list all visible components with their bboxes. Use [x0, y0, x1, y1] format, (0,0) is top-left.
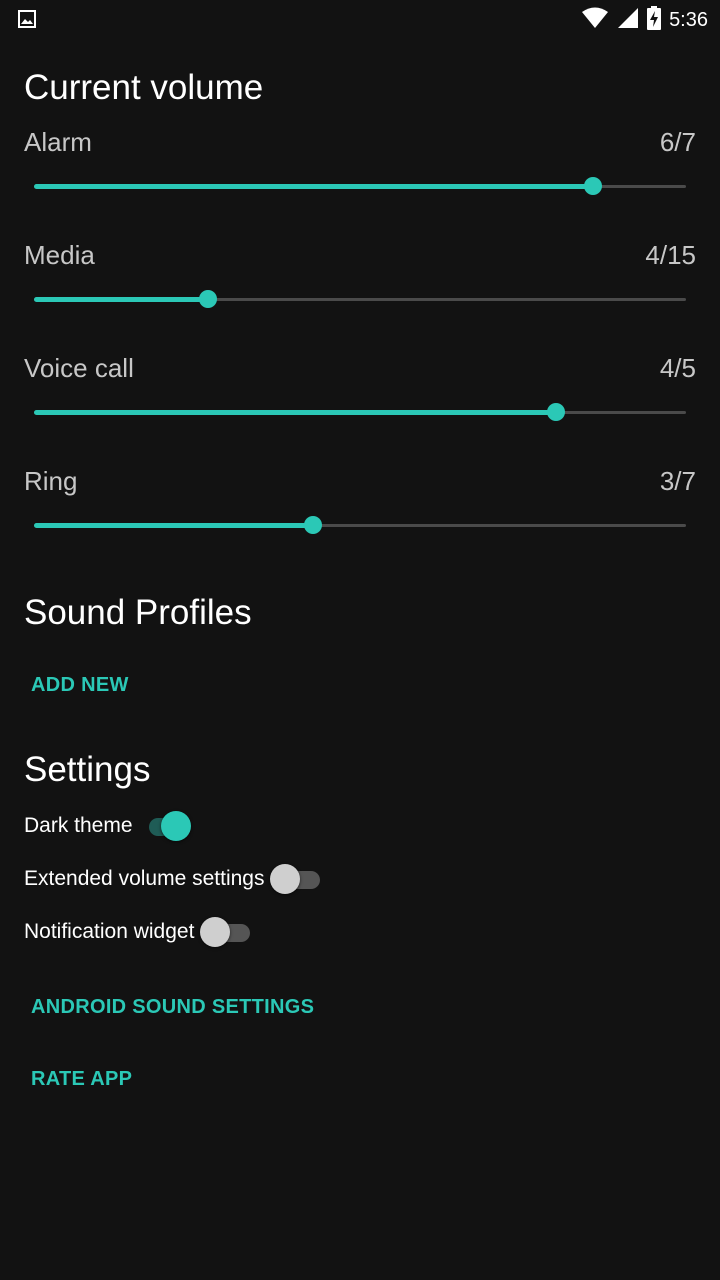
switch-thumb [160, 811, 191, 841]
volume-row-media: Media 4/15 [24, 240, 696, 340]
volume-value: 3/7 [659, 466, 696, 496]
slider-fill [34, 410, 556, 415]
slider-fill [34, 297, 208, 302]
slider-thumb[interactable] [198, 290, 217, 308]
notification-widget-toggle[interactable] [200, 914, 252, 950]
volume-value: 4/15 [645, 240, 696, 270]
slider-thumb[interactable] [546, 403, 565, 421]
setting-label: Notification widget [24, 920, 195, 943]
voice-call-volume-slider[interactable] [34, 402, 686, 424]
status-time: 5:36 [669, 8, 708, 31]
slider-thumb[interactable] [304, 516, 323, 534]
android-sound-settings-button[interactable]: ANDROID SOUND SETTINGS [31, 996, 314, 1019]
settings-title: Settings [24, 750, 151, 789]
setting-notification-widget: Notification widget [24, 914, 252, 950]
status-bar: 5:36 [0, 0, 720, 48]
volume-row-ring: Ring 3/7 [24, 466, 696, 566]
volume-value: 6/7 [659, 127, 696, 157]
setting-label: Dark theme [24, 814, 133, 837]
volume-value: 4/5 [659, 353, 696, 383]
volume-row-alarm: Alarm 6/7 [24, 127, 696, 227]
alarm-volume-slider[interactable] [34, 176, 686, 198]
battery-charging-icon [647, 5, 662, 35]
wifi-icon [581, 7, 609, 34]
extended-volume-toggle[interactable] [270, 861, 322, 897]
current-volume-title: Current volume [24, 68, 264, 107]
add-new-profile-button[interactable]: ADD NEW [31, 674, 129, 697]
cell-signal-icon [617, 7, 639, 34]
slider-fill [34, 184, 593, 189]
setting-dark-theme: Dark theme [24, 808, 191, 844]
slider-thumb[interactable] [583, 177, 602, 195]
setting-extended-volume: Extended volume settings [24, 861, 322, 897]
setting-label: Extended volume settings [24, 867, 265, 890]
volume-row-voice-call: Voice call 4/5 [24, 353, 696, 453]
volume-label: Ring [24, 466, 78, 496]
volume-label: Voice call [24, 353, 134, 383]
rate-app-button[interactable]: RATE APP [31, 1068, 132, 1091]
dark-theme-toggle[interactable] [139, 808, 191, 844]
switch-thumb [270, 864, 301, 894]
sound-profiles-title: Sound Profiles [24, 593, 252, 632]
ring-volume-slider[interactable] [34, 515, 686, 537]
image-notification-icon [18, 10, 36, 28]
slider-fill [34, 523, 314, 528]
media-volume-slider[interactable] [34, 289, 686, 311]
switch-thumb [200, 917, 231, 947]
volume-label: Media [24, 240, 95, 270]
volume-label: Alarm [24, 127, 92, 157]
